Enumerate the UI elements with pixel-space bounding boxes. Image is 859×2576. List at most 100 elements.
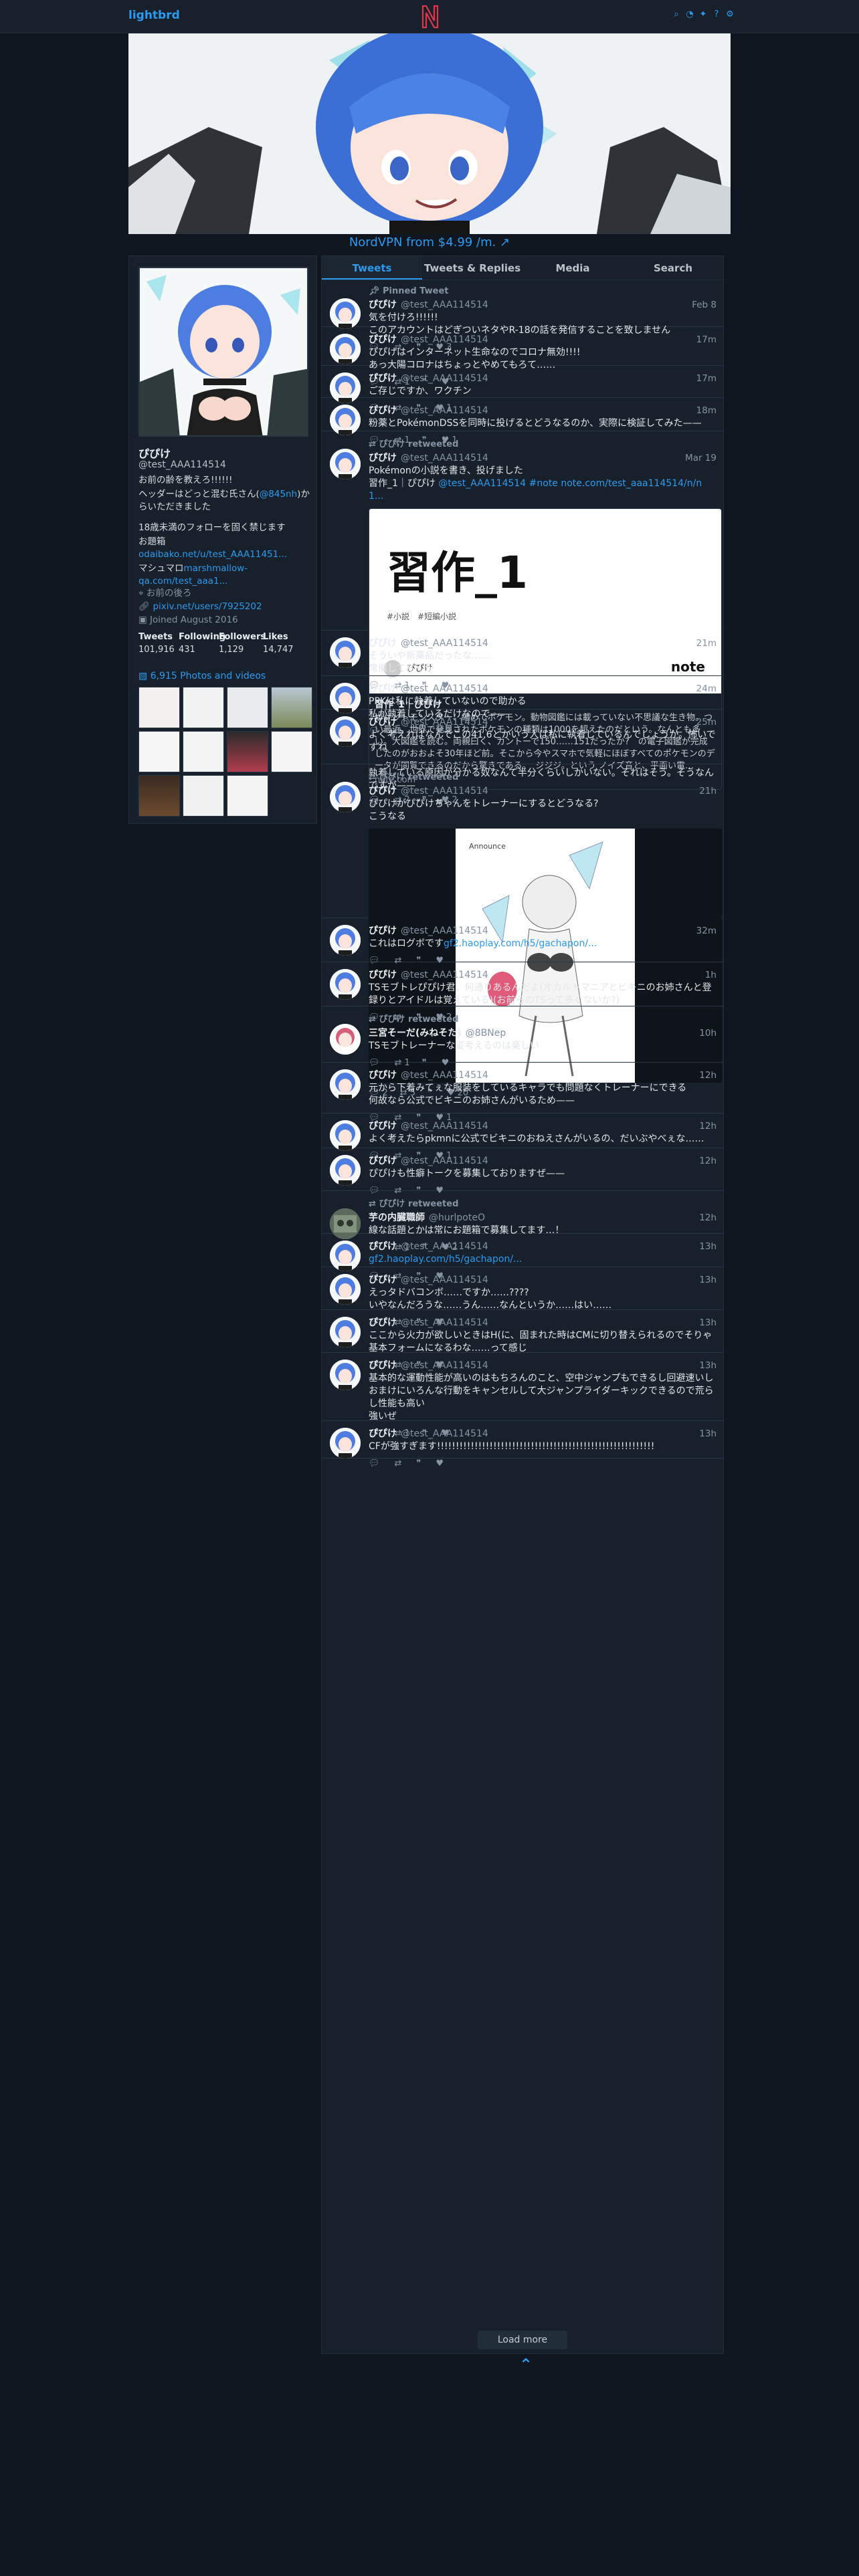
media-thumbnail[interactable] <box>138 731 180 772</box>
media-thumbnail[interactable] <box>183 775 224 817</box>
tweet[interactable]: ぴぴけ @test_AAA114514 13h えっタドバコンボ……ですか……????… <box>322 1267 723 1327</box>
tweet-avatar[interactable] <box>330 1120 361 1151</box>
tweet-author-name[interactable]: ぴぴけ <box>369 332 397 346</box>
tweet-avatar[interactable] <box>330 1069 361 1100</box>
tweet[interactable]: ぴぴけ @test_AAA114514 13h ここから火力が欲しいときはH(に、固ま… <box>322 1310 723 1370</box>
tweet[interactable]: ⇄ ぴぴけ retweeted ぴぴけ @test_AAA114514 Mar 19 P… <box>322 431 723 805</box>
tweet-time[interactable]: 12h <box>699 1070 717 1081</box>
tweet-author-name[interactable]: 芋の内臓職師 <box>369 1210 425 1224</box>
tweet[interactable]: ぴぴけ @test_AAA114514 25m よく考えればなんでこの41.6とかいう… <box>322 710 723 808</box>
ad-banner-link[interactable]: NordVPN from $4.99 /m. ↗ <box>0 235 859 249</box>
tweet-avatar[interactable] <box>330 637 361 668</box>
media-thumbnail[interactable] <box>183 687 224 728</box>
tweet[interactable]: ぴぴけ @test_AAA114514 24m PPKは私に執着していないので助かる … <box>322 676 723 736</box>
tweet-time[interactable]: 32m <box>696 926 717 936</box>
tweet[interactable]: ぴぴけ @test_AAA114514 13h CFが強すぎます!!!!!!!!!!!… <box>322 1421 723 1469</box>
tweet[interactable]: ⇄ ぴぴけ retweeted 三宮そーだ(みねそた) @8BNep 10h TSモブト… <box>322 1006 723 1068</box>
tweet-author-handle[interactable]: @hurlpoteO <box>429 1212 699 1223</box>
tweet-author-name[interactable]: ぴぴけ <box>369 1426 397 1440</box>
tweet-time[interactable]: 13h <box>699 1241 717 1252</box>
tweet-author-handle[interactable]: @test_AAA114514 <box>401 1317 699 1328</box>
tweet-time[interactable]: 12h <box>699 1212 717 1223</box>
media-thumbnail[interactable] <box>138 775 180 817</box>
stat-following[interactable]: Following 431 <box>179 632 225 655</box>
tweet-author-handle[interactable]: @test_AAA114514 <box>401 786 699 796</box>
tweet-avatar[interactable] <box>330 1428 361 1459</box>
tweet-avatar[interactable] <box>330 925 361 956</box>
tweet[interactable]: ぴぴけ @test_AAA114514 17m ご存じですか、ワクチン 💬︎ ⇄ ❞ ♥ 1 <box>322 366 723 413</box>
tweet-time[interactable]: 13h <box>699 1428 717 1439</box>
tweet-time[interactable]: 17m <box>696 334 717 345</box>
tweet-time[interactable]: 10h <box>699 1028 717 1039</box>
tweet-author-name[interactable]: ぴぴけ <box>369 924 397 937</box>
tweet[interactable]: ⇄ ぴぴけ retweeted ぴぴけ @test_AAA114514 21h ぴぴけが… <box>322 764 723 1098</box>
media-thumbnail[interactable] <box>271 687 312 728</box>
twitter-icon[interactable]: ✦ <box>698 9 708 20</box>
tweet[interactable]: ぴぴけ @test_AAA114514 12h 元から下着みてぇな服装をしているキャラ… <box>322 1063 723 1123</box>
tweet-author-handle[interactable]: @test_AAA114514 <box>401 683 696 694</box>
tweet[interactable]: ぴぴけ @test_AAA114514 13h 基本的な運動性能が高いのはもちろんのこ… <box>322 1353 723 1438</box>
tweet-time[interactable]: 21h <box>699 786 717 796</box>
tweet-author-handle[interactable]: @test_AAA114514 <box>401 453 685 463</box>
help-icon[interactable]: ? <box>712 9 721 20</box>
tweet-avatar[interactable] <box>330 969 361 1000</box>
tweet[interactable]: ぴぴけ @test_AAA114514 21m そういや新薬品だったな…… 常備してお… <box>322 631 723 691</box>
rss-icon[interactable]: ◔ <box>685 9 694 20</box>
tweet-time[interactable]: 13h <box>699 1360 717 1371</box>
tweet-avatar[interactable] <box>330 1317 361 1348</box>
media-thumbnail[interactable] <box>227 687 268 728</box>
retweet-button[interactable]: ⇄ <box>395 1459 405 1469</box>
tweet-time[interactable]: 13h <box>699 1275 717 1285</box>
tweet-author-handle[interactable]: @test_AAA114514 <box>401 1275 699 1285</box>
tweet-avatar[interactable] <box>330 1155 361 1186</box>
profile-banner[interactable] <box>128 33 731 234</box>
website-link[interactable]: pixiv.net/users/7925202 <box>153 601 262 612</box>
tweet-avatar[interactable] <box>330 1274 361 1305</box>
tweet-author-handle[interactable]: @test_AAA114514 <box>401 334 696 345</box>
tweet-author-name[interactable]: ぴぴけ <box>369 968 397 981</box>
tweet-author-name[interactable]: ぴぴけ <box>369 371 397 385</box>
tweet-time[interactable]: Feb 8 <box>692 300 717 310</box>
tweet-link[interactable]: gf2.haoplay.com/h5/gachapon/... <box>444 938 597 949</box>
media-thumbnail[interactable] <box>183 731 224 772</box>
stat-tweets[interactable]: Tweets 101,916 <box>138 632 179 655</box>
tweet-link[interactable]: gf2.haoplay.com/h5/gachapon/... <box>369 1254 522 1265</box>
load-more-button[interactable]: Load more <box>478 2331 567 2349</box>
tweet-time[interactable]: 12h <box>699 1121 717 1132</box>
tweet[interactable]: ぴぴけ @test_AAA114514 12h ぴぴけも性癖トークを募集しておりますぜ… <box>322 1148 723 1196</box>
tweet-author-handle[interactable]: @8BNep <box>466 1028 699 1039</box>
stat-followers[interactable]: Followers 1,129 <box>219 632 266 655</box>
tweet[interactable]: 📌︎ Pinned Tweet ぴぴけ @test_AAA114514 Feb 8 気を… <box>322 281 723 352</box>
tweet-author-name[interactable]: ぴぴけ <box>369 403 397 417</box>
tweet-avatar[interactable] <box>330 449 361 479</box>
tweet-time[interactable]: 1h <box>705 970 717 980</box>
tweet-author-name[interactable]: ぴぴけ <box>369 636 397 649</box>
tweet-author-name[interactable]: ぴぴけ <box>369 1239 397 1253</box>
tweet-author-name[interactable]: ぴぴけ <box>369 1068 397 1081</box>
tweet[interactable]: ぴぴけ @test_AAA114514 1h TSモブトレぴぴけ君、何通りあるんだよ(… <box>322 962 723 1023</box>
media-thumbnail[interactable] <box>227 775 268 817</box>
tweet-author-handle[interactable]: @test_AAA114514 <box>401 1360 699 1371</box>
tweet-author-handle[interactable]: @test_AAA114514 <box>401 1428 699 1439</box>
tweet-author-handle[interactable]: @test_AAA114514 <box>401 373 696 384</box>
quote-button[interactable]: ❞ <box>416 1459 423 1469</box>
tweet[interactable]: ぴぴけ @test_AAA114514 32m これはログボですgf2.haoplay… <box>322 918 723 966</box>
media-thumbnail[interactable] <box>271 731 312 772</box>
media-thumbnail[interactable] <box>227 731 268 772</box>
n-logo-icon[interactable] <box>419 3 442 30</box>
tab-search[interactable]: Search <box>623 256 723 280</box>
tweet-author-name[interactable]: ぴぴけ <box>369 715 397 728</box>
brand-link[interactable]: lightbrd <box>128 9 180 22</box>
tweet[interactable]: ぴぴけ @test_AAA114514 12h よく考えたらpkmnに公式でビキニのお… <box>322 1113 723 1161</box>
photos-link[interactable]: ▧ 6,915 Photos and videos <box>138 671 266 681</box>
tweet-avatar[interactable] <box>330 334 361 364</box>
tweet-time[interactable]: 12h <box>699 1156 717 1166</box>
tweet-avatar[interactable] <box>330 782 361 813</box>
tweet-author-name[interactable]: ぴぴけ <box>369 1315 397 1329</box>
stat-likes[interactable]: Likes 14,747 <box>263 632 303 655</box>
scroll-top-icon[interactable]: ⌃ <box>519 2355 533 2374</box>
profile-avatar[interactable] <box>138 267 308 437</box>
tweet-time[interactable]: 17m <box>696 373 717 384</box>
tweet-author-handle[interactable]: @test_AAA114514 <box>401 638 696 649</box>
tweet-author-name[interactable]: ぴぴけ <box>369 681 397 695</box>
